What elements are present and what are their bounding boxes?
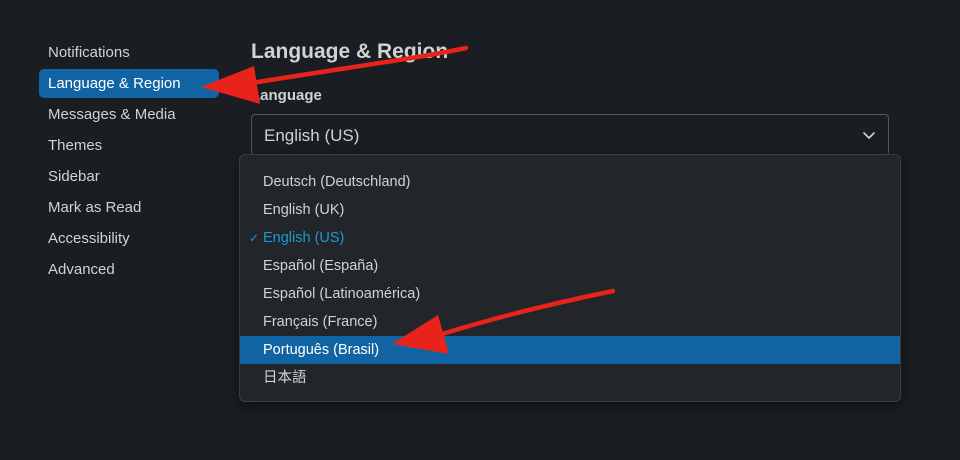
language-select[interactable]: English (US) [251,114,889,156]
sidebar-item-accessibility[interactable]: Accessibility [39,224,219,253]
chevron-down-icon [863,132,875,139]
language-dropdown-menu: Deutsch (Deutschland) English (UK) ✓ Eng… [239,154,901,402]
sidebar-item-sidebar[interactable]: Sidebar [39,162,219,191]
language-option[interactable]: Español (Latinoamérica) [240,280,900,308]
language-option[interactable]: Deutsch (Deutschland) [240,168,900,196]
sidebar-item-mark-as-read[interactable]: Mark as Read [39,193,219,222]
language-option-label: English (US) [263,230,345,246]
check-icon: ✓ [249,231,260,245]
sidebar-item-advanced[interactable]: Advanced [39,255,219,284]
language-option[interactable]: Español (España) [240,252,900,280]
language-option[interactable]: 日本語 [240,364,900,392]
language-label: Language [251,87,322,104]
settings-sidebar: Notifications Language & Region Messages… [39,38,219,286]
page-title: Language & Region [251,40,449,63]
language-option[interactable]: English (UK) [240,196,900,224]
language-option-selected[interactable]: ✓ English (US) [240,224,900,252]
language-select-value: English (US) [264,126,360,145]
sidebar-item-messages-media[interactable]: Messages & Media [39,100,219,129]
sidebar-item-themes[interactable]: Themes [39,131,219,160]
language-option-highlighted[interactable]: Português (Brasil) [240,336,900,364]
sidebar-item-notifications[interactable]: Notifications [39,38,219,67]
sidebar-item-language-region[interactable]: Language & Region [39,69,219,98]
language-option[interactable]: Français (France) [240,308,900,336]
